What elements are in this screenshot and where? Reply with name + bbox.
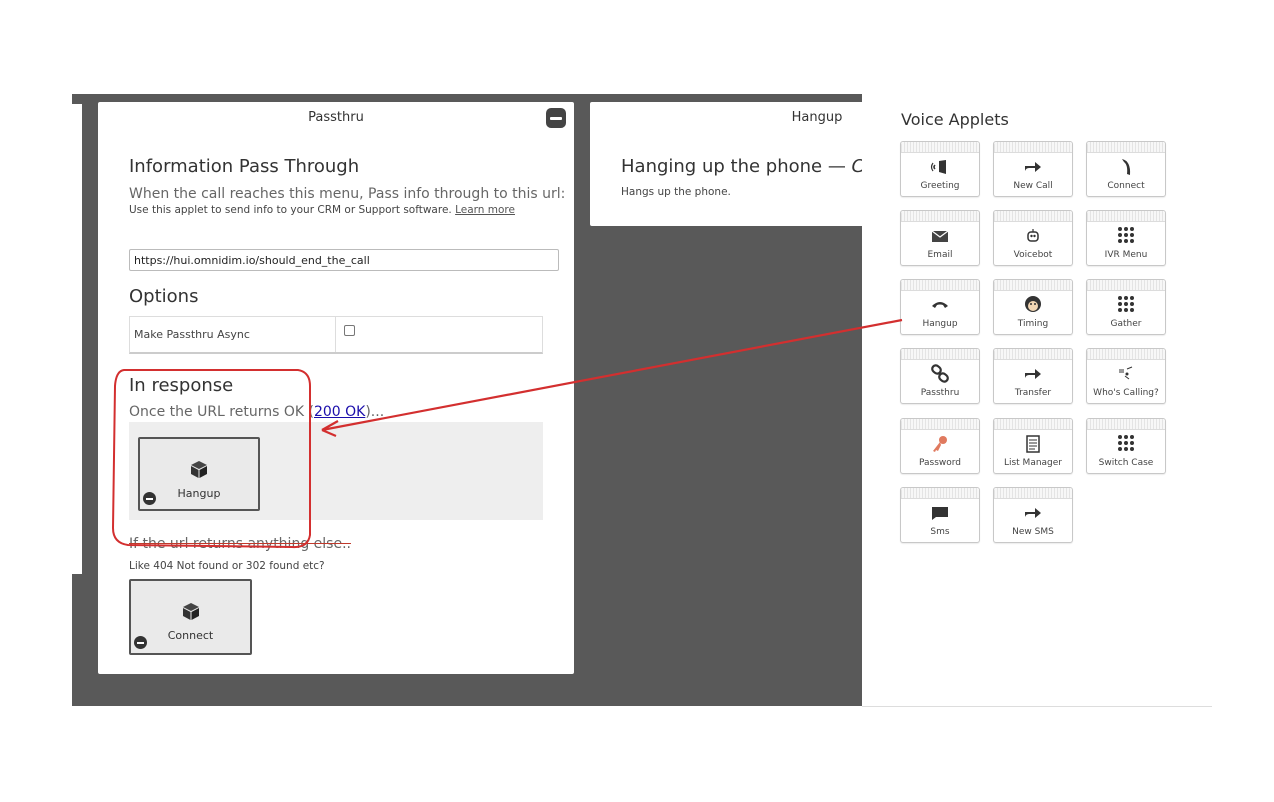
robot-icon — [1027, 229, 1039, 242]
hangup-heading-italic: Clac — [852, 156, 862, 177]
applet-label: Hangup — [177, 487, 221, 500]
ok-hangup-applet[interactable]: Hangup — [138, 437, 260, 511]
keypad-icon — [1118, 296, 1134, 312]
chain-link-icon — [931, 364, 949, 383]
hangup-panel: Hangup Hanging up the phone — Clac Hangs… — [590, 102, 862, 226]
tile-label: Sms — [930, 527, 950, 537]
ok-response-text: Once the URL returns OK (200 OK)... — [129, 404, 384, 420]
section-description: When the call reaches this menu, Pass in… — [129, 186, 566, 202]
applet-tile-hangup[interactable]: Hangup — [900, 279, 980, 335]
applet-tile-password[interactable]: Password — [900, 418, 980, 474]
applet-tile-new-call[interactable]: New Call — [993, 141, 1073, 197]
applet-tile-ivr-menu[interactable]: IVR Menu — [1086, 210, 1166, 266]
tile-label: Greeting — [920, 181, 960, 191]
help-text-body: Use this applet to send info to your CRM… — [129, 204, 452, 216]
tile-label: Gather — [1110, 319, 1142, 329]
monkey-icon — [1025, 296, 1041, 312]
document-list-icon — [1026, 435, 1040, 453]
applet-tile-voicebot[interactable]: Voicebot — [993, 210, 1073, 266]
caller-id-icon — [1119, 366, 1133, 380]
learn-more-link[interactable]: Learn more — [455, 204, 515, 216]
tile-label: Who's Calling? — [1093, 388, 1159, 398]
tile-label: Switch Case — [1098, 458, 1154, 468]
passthru-panel: Passthru Information Pass Through When t… — [98, 102, 574, 674]
options-table: Make Passthru Async — [129, 316, 543, 354]
tile-label: New Call — [1013, 181, 1053, 191]
remove-applet-button[interactable] — [143, 492, 156, 505]
cube-icon — [182, 603, 199, 620]
tile-label: Email — [927, 250, 953, 260]
applet-tile-whos-calling[interactable]: Who's Calling? — [1086, 348, 1166, 404]
ok-text-before: Once the URL returns OK ( — [129, 404, 314, 420]
keypad-icon — [1118, 435, 1134, 451]
tile-label: New SMS — [1012, 527, 1054, 537]
applet-tile-sms[interactable]: Sms — [900, 487, 980, 543]
applet-tile-passthru[interactable]: Passthru — [900, 348, 980, 404]
forward-arrow-icon — [1025, 508, 1041, 518]
passthru-url-input[interactable] — [129, 249, 559, 271]
applet-tile-gather[interactable]: Gather — [1086, 279, 1166, 335]
panel-title: Passthru — [308, 110, 364, 125]
tile-label: Hangup — [922, 319, 958, 329]
options-heading: Options — [129, 286, 199, 307]
forward-arrow-icon — [1025, 369, 1041, 379]
chat-bubble-icon — [932, 507, 948, 520]
sidebar-title: Voice Applets — [901, 110, 1009, 129]
option-cell — [336, 317, 542, 352]
tile-label: Timing — [1017, 319, 1049, 329]
applet-tile-connect[interactable]: Connect — [1086, 141, 1166, 197]
in-response-heading: In response — [129, 375, 234, 396]
ok-text-after: )... — [365, 404, 385, 420]
applet-tile-email[interactable]: Email — [900, 210, 980, 266]
offscreen-panel-edge — [72, 104, 82, 574]
phone-handset-icon — [1122, 159, 1131, 175]
remove-applet-button[interactable] — [134, 636, 147, 649]
tile-label: List Manager — [1003, 458, 1063, 468]
async-checkbox[interactable] — [344, 325, 355, 336]
applet-tile-transfer[interactable]: Transfer — [993, 348, 1073, 404]
tile-label: IVR Menu — [1104, 250, 1148, 260]
cube-icon — [191, 461, 207, 478]
help-text: Use this applet to send info to your CRM… — [129, 204, 515, 216]
else-response-text: If the url returns anything else.. — [129, 536, 351, 552]
tile-label: Connect — [1107, 181, 1145, 191]
hangup-description: Hangs up the phone. — [621, 186, 731, 198]
applet-tile-greeting[interactable]: Greeting — [900, 141, 980, 197]
keypad-icon — [1118, 227, 1134, 243]
else-connect-applet[interactable]: Connect — [129, 579, 252, 655]
hangup-icon — [932, 302, 948, 308]
hangup-heading-text: Hanging up the phone — — [621, 156, 852, 177]
collapse-panel-button[interactable] — [546, 108, 566, 128]
applet-tile-list-manager[interactable]: List Manager — [993, 418, 1073, 474]
forward-arrow-icon — [1025, 162, 1041, 172]
applet-tile-timing[interactable]: Timing — [993, 279, 1073, 335]
tile-label: Transfer — [1014, 388, 1052, 398]
tile-label: Password — [918, 458, 962, 468]
else-help-text: Like 404 Not found or 302 found etc? — [129, 560, 325, 572]
applet-tile-new-sms[interactable]: New SMS — [993, 487, 1073, 543]
voice-applets-sidebar: Voice Applets Greeting New Call Connect … — [862, 94, 1212, 707]
panel-title: Hangup — [791, 110, 843, 125]
hangup-heading: Hanging up the phone — Clac — [621, 156, 862, 177]
tile-label: Passthru — [920, 388, 960, 398]
speaker-icon — [930, 160, 946, 174]
200-ok-link[interactable]: 200 OK — [314, 404, 365, 420]
applet-label: Connect — [167, 629, 214, 642]
envelope-icon — [931, 230, 949, 242]
applet-tile-switch-case[interactable]: Switch Case — [1086, 418, 1166, 474]
key-icon — [933, 436, 947, 452]
section-heading: Information Pass Through — [129, 156, 360, 177]
flow-canvas: Passthru Information Pass Through When t… — [72, 94, 862, 706]
tile-label: Voicebot — [1013, 250, 1053, 260]
option-label: Make Passthru Async — [130, 317, 336, 352]
